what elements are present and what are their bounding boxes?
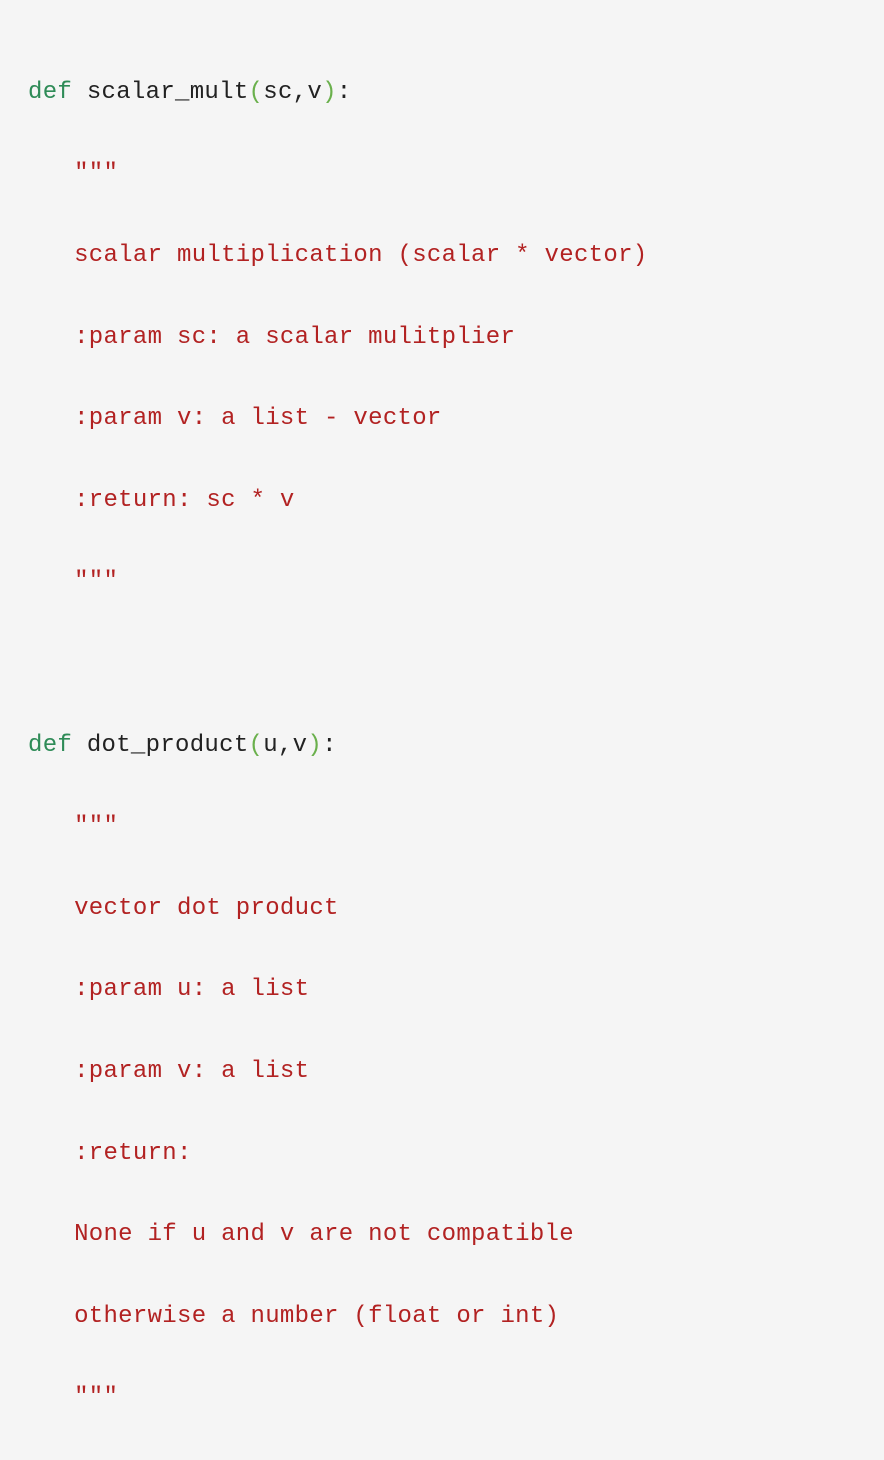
docstring-line: :return: sc * v (28, 481, 856, 522)
docstring-line: :param v: a list (28, 1052, 856, 1093)
colon: : (322, 732, 337, 759)
docstring-open: """ (74, 160, 118, 187)
docstring-line: None if u and v are not compatible (28, 1215, 856, 1256)
docstring-line: :return: (28, 1134, 856, 1175)
blank-line (28, 644, 856, 685)
docstring-text: :return: sc * v (74, 487, 295, 514)
docstring-line: otherwise a number (float or int) (28, 1297, 856, 1338)
docstring-line: """ (28, 1378, 856, 1419)
function-def-line: def dot_product(u,v): (28, 726, 856, 767)
docstring-line: vector dot product (28, 889, 856, 930)
docstring-line: scalar multiplication (scalar * vector) (28, 236, 856, 277)
docstring-line: """ (28, 562, 856, 603)
paren-close: ) (307, 732, 322, 759)
def-keyword: def (28, 79, 72, 106)
docstring-open: """ (74, 813, 118, 840)
code-block: def scalar_mult(sc,v): """ scalar multip… (28, 32, 856, 1460)
function-name: scalar_mult (87, 79, 249, 106)
docstring-text: None if u and v are not compatible (74, 1221, 574, 1248)
docstring-line: :param u: a list (28, 970, 856, 1011)
function-def-line: def scalar_mult(sc,v): (28, 73, 856, 114)
docstring-text: :param v: a list - vector (74, 405, 442, 432)
docstring-text: :param sc: a scalar mulitplier (74, 324, 515, 351)
docstring-text: vector dot product (74, 895, 339, 922)
docstring-text: :param u: a list (74, 976, 309, 1003)
docstring-line: """ (28, 807, 856, 848)
function-name: dot_product (87, 732, 249, 759)
docstring-line: """ (28, 154, 856, 195)
docstring-text: scalar multiplication (scalar * vector) (74, 242, 647, 269)
def-keyword: def (28, 732, 72, 759)
function-params: sc,v (263, 79, 322, 106)
docstring-line: :param sc: a scalar mulitplier (28, 318, 856, 359)
function-params: u,v (263, 732, 307, 759)
docstring-text: :param v: a list (74, 1058, 309, 1085)
paren-open: ( (249, 79, 264, 106)
docstring-text: otherwise a number (float or int) (74, 1303, 559, 1330)
docstring-line: :param v: a list - vector (28, 399, 856, 440)
colon: : (337, 79, 352, 106)
docstring-close: """ (74, 568, 118, 595)
paren-open: ( (249, 732, 264, 759)
paren-close: ) (322, 79, 337, 106)
docstring-text: :return: (74, 1140, 192, 1167)
docstring-close: """ (74, 1384, 118, 1411)
